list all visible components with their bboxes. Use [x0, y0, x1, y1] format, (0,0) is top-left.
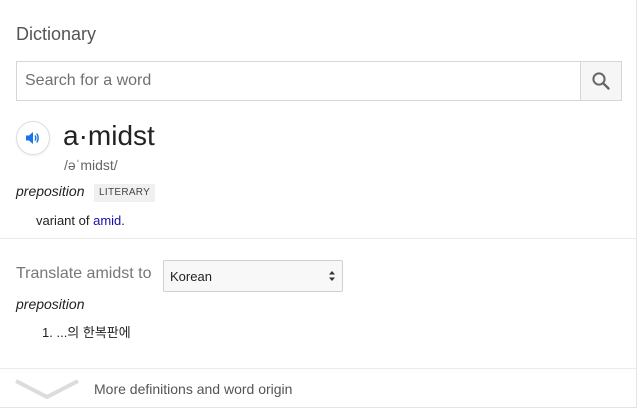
translation-part-of-speech: preposition	[16, 296, 85, 312]
translation-number: 1.	[42, 325, 53, 340]
definition: variant of amid.	[36, 213, 125, 228]
speaker-icon	[26, 132, 39, 144]
select-arrows-icon	[329, 271, 335, 281]
definition-suffix: .	[121, 213, 125, 228]
more-definitions-label: More definitions and word origin	[94, 381, 293, 397]
headword: a·midst	[63, 120, 155, 151]
chevron-down-icon	[15, 379, 79, 399]
search-button[interactable]	[580, 62, 621, 100]
translation-item: 1. ...의 한복판에	[42, 322, 131, 341]
section-divider	[0, 238, 637, 239]
pronunciation-button[interactable]	[16, 121, 50, 155]
language-select-value: Korean	[170, 269, 212, 284]
dictionary-card: Dictionary a·midst /əˈmidst/ preposition…	[0, 0, 637, 408]
definition-prefix: variant of	[36, 213, 94, 228]
search-icon	[592, 72, 610, 90]
phonetic-spelling: /əˈmidst/	[64, 157, 118, 173]
search-box	[16, 61, 622, 101]
translation-text: ...의 한복판에	[56, 325, 131, 340]
language-select[interactable]: Korean	[163, 260, 343, 292]
search-input[interactable]	[17, 62, 581, 100]
translate-label: Translate amidst to	[16, 265, 152, 282]
part-of-speech: preposition	[16, 183, 85, 199]
more-definitions-button[interactable]: More definitions and word origin	[0, 369, 637, 408]
card-title: Dictionary	[16, 24, 97, 44]
definition-link-amid[interactable]: amid	[93, 213, 121, 228]
register-badge: LITERARY	[94, 184, 156, 202]
